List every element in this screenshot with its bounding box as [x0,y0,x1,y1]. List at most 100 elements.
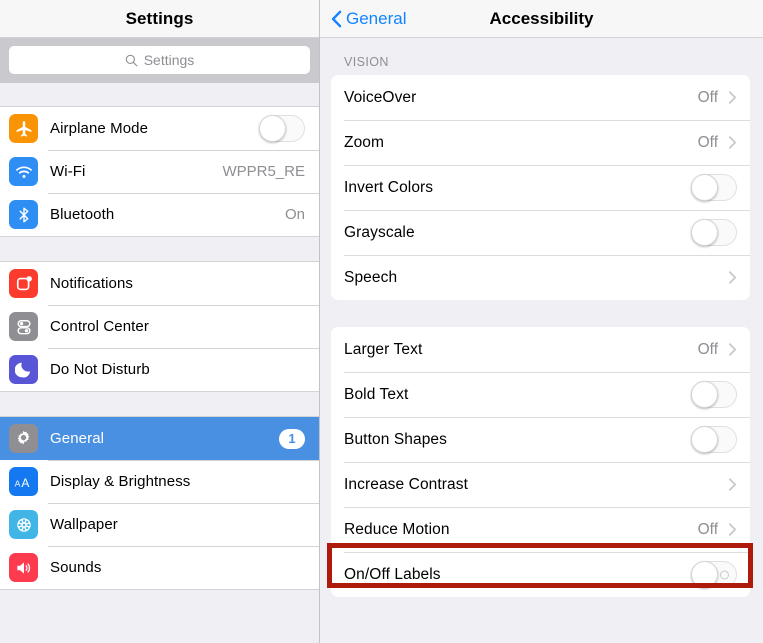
sidebar-group-connectivity: Airplane Mode Wi-Fi WPPR5_RE Bluetooth O… [0,106,319,237]
back-button-label: General [346,8,407,28]
row-label: Increase Contrast [344,475,469,493]
row-increase-contrast[interactable]: Increase Contrast [331,462,750,507]
row-grayscale[interactable]: Grayscale [331,210,750,255]
row-label: VoiceOver [344,88,417,106]
sidebar-item-label: Wallpaper [50,516,118,533]
back-button[interactable]: General [320,9,406,29]
sidebar-spacer-2 [0,237,319,261]
row-value: Off [697,340,718,358]
search-bar-container: Settings [0,38,319,83]
row-label: Reduce Motion [344,520,450,538]
row-button-shapes[interactable]: Button Shapes [331,417,750,462]
vision-settings-card: VoiceOver Off Zoom Off Invert Colors Gra… [331,75,750,300]
accessibility-detail-panel: General Accessibility VISION VoiceOver O… [320,0,763,643]
chevron-right-icon [728,478,737,491]
wallpaper-icon [9,510,38,539]
search-icon [125,54,138,66]
notifications-icon [9,269,38,298]
settings-sidebar: Settings Settings Airplane Mode Wi-Fi WP… [0,0,320,643]
moon-icon [9,355,38,384]
sidebar-header: Settings [0,0,319,38]
general-badge-count: 1 [279,428,305,449]
sidebar-spacer-3 [0,392,319,416]
row-reduce-motion[interactable]: Reduce Motion Off [331,507,750,552]
sidebar-item-label: Display & Brightness [50,473,191,490]
invert-colors-toggle[interactable] [691,174,737,201]
toggle-knob [691,219,718,246]
sidebar-item-bluetooth[interactable]: Bluetooth On [0,193,319,236]
sidebar-item-display-brightness[interactable]: A A Display & Brightness [0,460,319,503]
row-speech[interactable]: Speech [331,255,750,300]
svg-text:A: A [14,478,20,488]
wifi-network-value: WPPR5_RE [222,163,305,180]
sidebar-spacer-1 [0,83,319,106]
row-on-off-labels[interactable]: On/Off Labels [331,552,750,597]
chevron-left-icon [331,10,342,27]
row-label: On/Off Labels [344,565,441,583]
sidebar-item-label: Airplane Mode [50,120,149,137]
detail-header: General Accessibility [320,0,763,38]
row-label: Zoom [344,133,385,151]
bold-text-toggle[interactable] [691,381,737,408]
sidebar-item-sounds[interactable]: Sounds [0,546,319,589]
search-input[interactable]: Settings [9,46,310,74]
sidebar-item-label: Control Center [50,318,149,335]
row-value: Off [697,88,718,106]
settings-split-view: Settings Settings Airplane Mode Wi-Fi WP… [0,0,763,643]
svg-text:A: A [21,476,29,490]
row-bold-text[interactable]: Bold Text [331,372,750,417]
sidebar-item-airplane-mode[interactable]: Airplane Mode [0,107,319,150]
toggle-knob [691,174,718,201]
row-larger-text[interactable]: Larger Text Off [331,327,750,372]
grayscale-toggle[interactable] [691,219,737,246]
bluetooth-icon [9,200,38,229]
text-size-icon: A A [9,467,38,496]
sidebar-item-wifi[interactable]: Wi-Fi WPPR5_RE [0,150,319,193]
sidebar-item-wallpaper[interactable]: Wallpaper [0,503,319,546]
toggle-knob [691,381,718,408]
row-value: Off [697,133,718,151]
sidebar-item-label: Sounds [50,559,102,576]
chevron-right-icon [728,523,737,536]
sidebar-group-notifications: Notifications Control Center Do Not Dist… [0,261,319,392]
sidebar-item-label: Do Not Disturb [50,361,150,378]
speaker-icon [9,553,38,582]
sidebar-item-label: Bluetooth [50,206,115,223]
chevron-right-icon [728,343,737,356]
row-zoom[interactable]: Zoom Off [331,120,750,165]
section-header-vision: VISION [344,55,389,69]
row-label: Invert Colors [344,178,434,196]
button-shapes-toggle[interactable] [691,426,737,453]
sidebar-title: Settings [125,8,194,28]
airplane-mode-toggle[interactable] [259,115,305,142]
sidebar-item-label: Notifications [50,275,134,292]
gear-icon [9,424,38,453]
row-label: Larger Text [344,340,423,358]
text-display-settings-card: Larger Text Off Bold Text Button Shapes … [331,327,750,597]
airplane-icon [9,114,38,143]
row-label: Speech [344,268,398,286]
wifi-icon [9,157,38,186]
row-label: Bold Text [344,385,409,403]
sidebar-item-label: Wi-Fi [50,163,86,180]
sidebar-item-general[interactable]: General 1 [0,417,319,460]
chevron-right-icon [728,91,737,104]
sidebar-item-control-center[interactable]: Control Center [0,305,319,348]
search-placeholder-text: Settings [143,52,195,68]
sidebar-item-notifications[interactable]: Notifications [0,262,319,305]
on-off-labels-toggle[interactable] [691,561,737,588]
control-center-icon [9,312,38,341]
row-value: Off [697,520,718,538]
sidebar-group-system: General 1 A A Display & Brightness Wallp… [0,416,319,590]
row-voiceover[interactable]: VoiceOver Off [331,75,750,120]
chevron-right-icon [728,136,737,149]
toggle-off-label-icon [720,570,729,579]
row-label: Grayscale [344,223,415,241]
toggle-knob [691,561,718,588]
sidebar-item-do-not-disturb[interactable]: Do Not Disturb [0,348,319,391]
row-invert-colors[interactable]: Invert Colors [331,165,750,210]
sidebar-item-label: General [50,430,105,447]
toggle-knob [259,115,286,142]
toggle-knob [691,426,718,453]
bluetooth-state-value: On [284,206,305,223]
